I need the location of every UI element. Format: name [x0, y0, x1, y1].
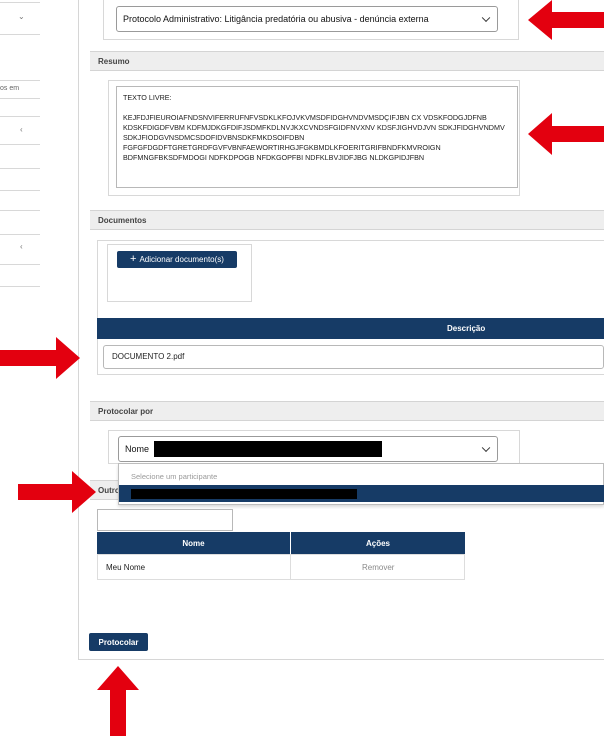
section-header-documentos: Documentos — [90, 210, 604, 230]
annotation-arrow-up-icon — [97, 666, 139, 736]
chevron-down-icon[interactable]: ⌄ — [18, 12, 25, 21]
document-file-name: DOCUMENTO 2.pdf — [112, 352, 185, 361]
chevron-left-icon[interactable]: ‹ — [20, 242, 23, 251]
chevron-down-icon — [481, 13, 491, 23]
content-border — [78, 0, 79, 660]
redacted-option — [131, 489, 357, 499]
redacted-name — [154, 441, 382, 457]
participant-dropdown: Selecione um participante — [118, 463, 604, 505]
remove-link[interactable]: Remover — [362, 560, 394, 574]
table-header-acoes: Ações — [291, 532, 465, 554]
section-header-resumo: Resumo — [90, 51, 604, 71]
annotation-arrow-left-icon — [528, 113, 604, 155]
participant-select-label: Nome — [125, 444, 150, 454]
add-document-label: Adicionar documento(s) — [139, 255, 224, 264]
annotation-arrow-right-icon — [18, 471, 96, 513]
section-header-protocolar-por: Protocolar por — [90, 401, 604, 421]
table-cell-divider — [290, 554, 291, 580]
table-row — [97, 554, 465, 580]
annotation-arrow-left-icon — [528, 0, 604, 40]
table-cell-nome: Meu Nome — [106, 562, 146, 572]
chevron-down-icon — [481, 443, 491, 453]
resumo-textarea[interactable]: TEXTO LIVRE: KEJFDJFIEUROIAFNDSNVIFERRUF… — [116, 86, 518, 188]
chevron-left-icon[interactable]: ‹ — [20, 125, 23, 134]
column-header-descricao: Descrição — [447, 324, 486, 333]
add-document-button[interactable]: + Adicionar documento(s) — [117, 251, 237, 268]
annotation-arrow-right-icon — [0, 337, 80, 379]
document-row[interactable]: DOCUMENTO 2.pdf — [103, 345, 604, 369]
sidebar-text-fragment: os em — [0, 85, 20, 92]
protocol-type-select[interactable]: Protocolo Administrativo: Litigância pre… — [116, 6, 498, 32]
protocol-type-value: Protocolo Administrativo: Litigância pre… — [123, 14, 429, 24]
dropdown-placeholder: Selecione um participante — [131, 472, 218, 481]
outros-input[interactable] — [97, 509, 233, 531]
table-header-nome: Nome — [97, 532, 290, 554]
content-border — [78, 659, 604, 660]
protocolar-button[interactable]: Protocolar — [89, 633, 148, 651]
documents-table-header: Descrição — [97, 318, 604, 339]
plus-icon: + — [130, 253, 137, 265]
